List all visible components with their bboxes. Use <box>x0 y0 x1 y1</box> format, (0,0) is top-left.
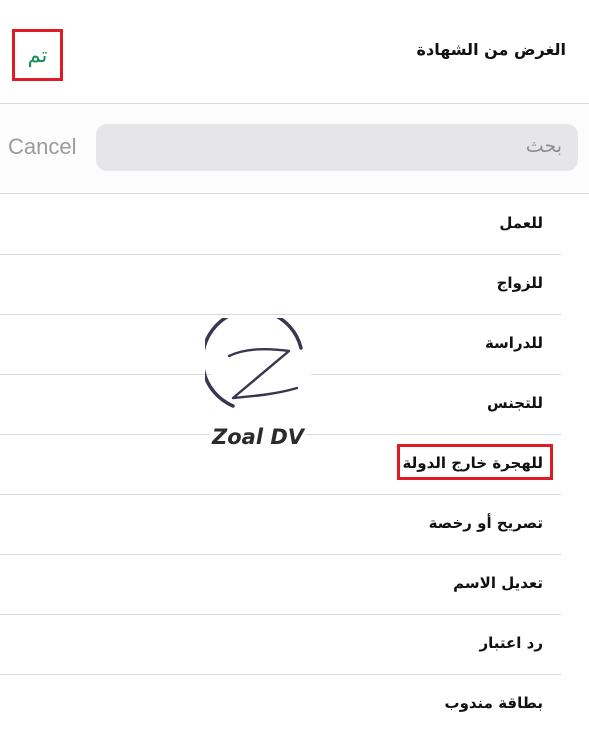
list-item-label: رد اعتبار <box>479 634 543 652</box>
list-item-label: بطاقة مندوب <box>444 694 544 712</box>
list-item-label: للزواج <box>496 274 543 292</box>
header-bar: تم الغرض من الشهادة <box>0 0 589 104</box>
list-item-label: تعديل الاسم <box>453 574 543 592</box>
list-item-work[interactable]: للعمل <box>0 194 561 255</box>
page-title: الغرض من الشهادة <box>416 40 566 59</box>
cancel-button[interactable]: Cancel <box>8 134 76 160</box>
highlight-annotation <box>397 444 553 480</box>
watermark: Zoal DV <box>202 318 322 458</box>
search-input[interactable]: بحث <box>96 124 578 171</box>
watermark-text: Zoal DV <box>210 425 307 449</box>
list-item-permit[interactable]: تصريح أو رخصة <box>0 494 561 555</box>
certificate-purpose-picker: تم الغرض من الشهادة Cancel بحث للعمل للز… <box>0 0 589 746</box>
list-item-marriage[interactable]: للزواج <box>0 254 561 315</box>
list-item-delegate-card[interactable]: بطاقة مندوب <box>0 674 561 734</box>
list-item-label: للعمل <box>499 214 543 232</box>
list-item-name-change[interactable]: تعديل الاسم <box>0 554 561 615</box>
list-item-label: للتجنس <box>486 394 543 412</box>
search-placeholder: بحث <box>525 135 562 157</box>
watermark-logo-icon <box>205 318 311 424</box>
done-button[interactable]: تم <box>12 29 63 81</box>
list-item-label: للدراسة <box>484 334 543 352</box>
list-item-rehabilitation[interactable]: رد اعتبار <box>0 614 561 675</box>
done-button-label: تم <box>27 43 48 67</box>
list-item-label: تصريح أو رخصة <box>428 514 543 532</box>
